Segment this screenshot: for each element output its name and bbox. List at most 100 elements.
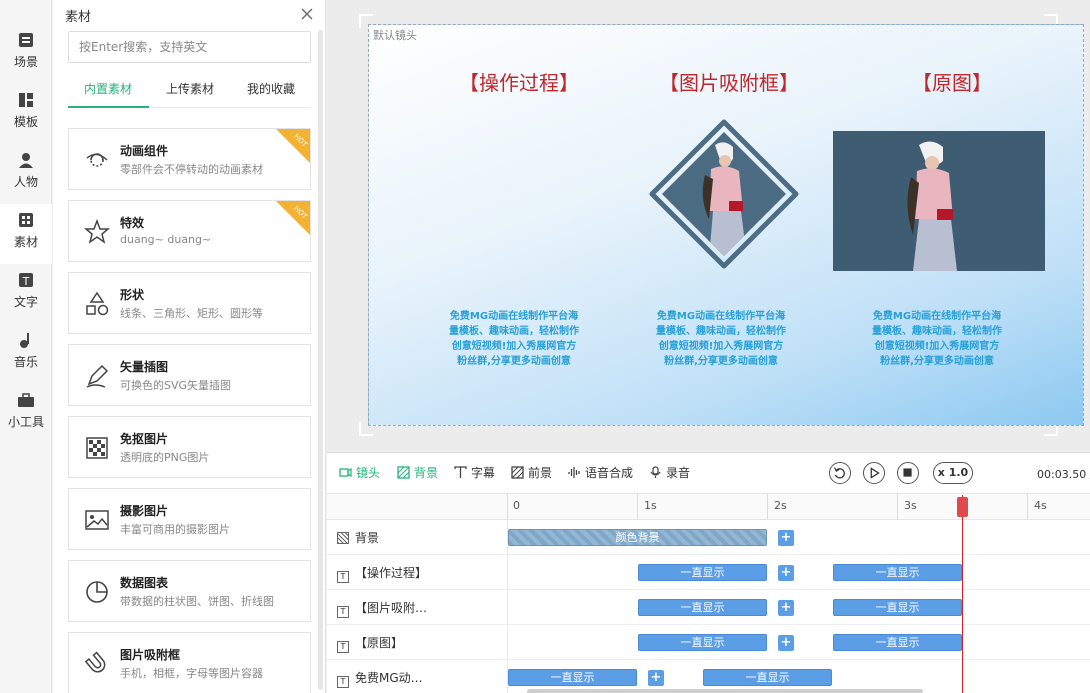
- timeline-clip[interactable]: 一直显示: [508, 669, 637, 686]
- card-animation-component[interactable]: 动画组件 零部件会不停转动的动画素材 HOT: [68, 128, 311, 190]
- rail-item-template[interactable]: 模板: [0, 84, 52, 144]
- description-text-3[interactable]: 免费MG动画在线制作平台海 量模板、趣味动画，轻松制作 创意短视频!加入秀展网官方粉…: [867, 309, 1007, 369]
- timeline-scrollbar[interactable]: [527, 689, 923, 693]
- add-clip-button[interactable]: +: [778, 635, 794, 651]
- card-photography[interactable]: 摄影图片 丰富可商用的摄影图片: [68, 488, 311, 550]
- card-cutout-images[interactable]: 免抠图片 透明底的PNG图片: [68, 416, 311, 478]
- track-background[interactable]: 背景 颜色背景 +: [327, 520, 1090, 555]
- card-title: 动画组件: [120, 144, 169, 158]
- canvas-area: 默认镜头 【操作过程】 【图片吸附框】 【原图】 免费MG动画在线制作平台海 量…: [327, 0, 1090, 452]
- track-label: 背景: [337, 529, 379, 546]
- foreground-icon: [511, 466, 524, 479]
- replay-button[interactable]: [829, 462, 851, 484]
- hot-badge: HOT: [276, 201, 310, 235]
- heading-image-frame[interactable]: 【图片吸附框】: [659, 67, 799, 96]
- track-text[interactable]: T 【图片吸附… 一直显示 + 一直显示: [327, 590, 1090, 625]
- description-text-2[interactable]: 免费MG动画在线制作平台海 量模板、趣味动画，轻松制作 创意短视频!加入秀展网官方粉…: [651, 309, 791, 369]
- timeline-clip[interactable]: 一直显示: [638, 634, 767, 651]
- track-label: T 免费MG动…: [337, 669, 423, 688]
- track-divider: [507, 590, 508, 625]
- panel-title: 素材: [65, 10, 92, 25]
- tool-speech-synthesis[interactable]: 语音合成: [568, 464, 633, 481]
- card-subtitle: 可换色的SVG矢量插图: [120, 379, 232, 392]
- rail-item-person[interactable]: 人物: [0, 144, 52, 204]
- add-clip-button[interactable]: +: [648, 670, 664, 686]
- search-input[interactable]: [68, 31, 311, 63]
- magnet-icon: [84, 651, 106, 673]
- tick-label: 4s: [1034, 499, 1047, 512]
- track-label: T 【操作过程】: [337, 564, 427, 583]
- card-image-frame[interactable]: 图片吸附框 手机，相框，字母等图片容器: [68, 632, 311, 693]
- card-shapes[interactable]: 形状 线条、三角形、矩形、圆形等: [68, 272, 311, 334]
- tab-upload[interactable]: 上传素材: [150, 80, 230, 106]
- pie-chart-icon: [86, 581, 108, 603]
- playhead-handle[interactable]: [957, 497, 968, 517]
- rail-item-material[interactable]: 素材: [0, 204, 52, 264]
- card-title: 摄影图片: [120, 504, 169, 518]
- rail-item-scene[interactable]: 场景: [0, 24, 52, 84]
- close-icon[interactable]: [299, 6, 315, 22]
- timeline-clip[interactable]: 一直显示: [833, 599, 962, 616]
- track-text[interactable]: T 【操作过程】 一直显示 + 一直显示: [327, 555, 1090, 590]
- rail-label: 小工具: [7, 415, 44, 429]
- timeline-clip[interactable]: 一直显示: [638, 599, 767, 616]
- photo-icon: [85, 510, 109, 530]
- heading-original[interactable]: 【原图】: [912, 67, 992, 96]
- rail-item-music[interactable]: 音乐: [0, 324, 52, 384]
- rail-item-text[interactable]: T 文字: [0, 264, 52, 324]
- rail-label: 人物: [13, 175, 38, 189]
- ruler-tick: [637, 494, 638, 520]
- timeline-clip[interactable]: 一直显示: [638, 564, 767, 581]
- tool-record[interactable]: 录音: [649, 464, 690, 481]
- add-clip-button[interactable]: +: [778, 530, 794, 546]
- microphone-icon: [650, 466, 661, 478]
- timeline-clip[interactable]: 颜色背景: [508, 529, 767, 546]
- card-effects[interactable]: 特效 duang~ duang~ HOT: [68, 200, 311, 262]
- card-title: 形状: [120, 288, 145, 302]
- subtitle-icon: [454, 466, 467, 478]
- add-clip-button[interactable]: +: [778, 565, 794, 581]
- card-data-chart[interactable]: 数据图表 带数据的柱状图、饼图、折线图: [68, 560, 311, 622]
- tool-background[interactable]: 背景: [397, 464, 438, 481]
- original-photo[interactable]: [833, 131, 1045, 271]
- stop-button[interactable]: [897, 462, 919, 484]
- scene-icon: [19, 33, 33, 47]
- diamond-image-frame[interactable]: [649, 119, 799, 269]
- playback-speed[interactable]: x 1.0: [933, 462, 973, 484]
- tool-foreground[interactable]: 前景: [511, 464, 552, 481]
- add-clip-button[interactable]: +: [778, 600, 794, 616]
- tool-subtitle[interactable]: 字幕: [454, 464, 495, 481]
- ruler-tick: [507, 494, 508, 520]
- template-icon: [19, 93, 33, 107]
- tab-favorites[interactable]: 我的收藏: [231, 80, 311, 106]
- rail-item-toolbox[interactable]: 小工具: [0, 384, 52, 444]
- tool-camera[interactable]: 镜头: [339, 464, 380, 481]
- shapes-icon: [86, 291, 109, 316]
- tick-label: 2s: [774, 499, 787, 512]
- card-subtitle: 透明底的PNG图片: [120, 451, 210, 464]
- panel-scrollbar[interactable]: [318, 30, 323, 690]
- play-button[interactable]: [863, 462, 885, 484]
- card-title: 图片吸附框: [120, 648, 181, 662]
- heading-process[interactable]: 【操作过程】: [459, 67, 579, 96]
- pen-icon: [86, 364, 109, 388]
- card-title: 数据图表: [120, 576, 169, 590]
- text-icon: T: [337, 571, 349, 583]
- rail-label: 场景: [13, 55, 38, 69]
- tab-builtin[interactable]: 内置素材: [68, 80, 148, 106]
- card-subtitle: 线条、三角形、矩形、圆形等: [120, 307, 263, 320]
- time-ruler[interactable]: 0 1s 2s 3s 4s: [327, 493, 1090, 520]
- tab-active-indicator: [68, 106, 149, 108]
- card-vector-illustration[interactable]: 矢量插图 可换色的SVG矢量插图: [68, 344, 311, 406]
- scene-canvas[interactable]: 默认镜头 【操作过程】 【图片吸附框】 【原图】 免费MG动画在线制作平台海 量…: [368, 24, 1084, 426]
- timeline-clip[interactable]: 一直显示: [833, 634, 962, 651]
- tick-label: 3s: [904, 499, 917, 512]
- card-subtitle: 手机，相框，字母等图片容器: [120, 667, 263, 680]
- text-icon: T: [337, 641, 349, 653]
- track-text[interactable]: T 【原图】 一直显示 + 一直显示: [327, 625, 1090, 660]
- card-title: 免抠图片: [120, 432, 169, 446]
- description-text-1[interactable]: 免费MG动画在线制作平台海 量模板、趣味动画，轻松制作 创意短视频!加入秀展网官方粉…: [444, 309, 584, 369]
- timeline-clip[interactable]: 一直显示: [833, 564, 962, 581]
- timeline-clip[interactable]: 一直显示: [703, 669, 832, 686]
- ruler-tick: [1027, 494, 1028, 520]
